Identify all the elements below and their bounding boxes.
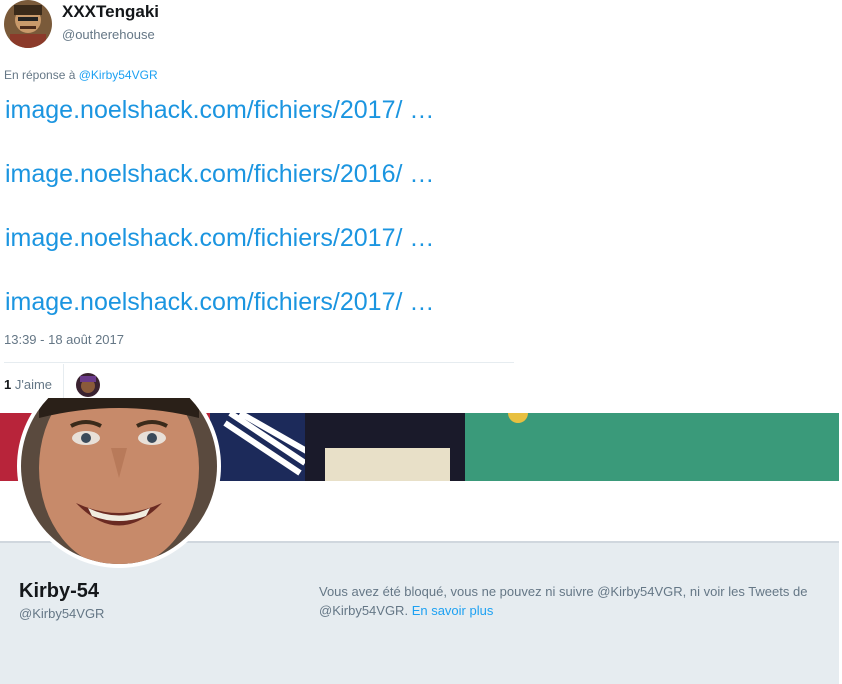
likes-stat[interactable]: 1 J'aime	[4, 377, 52, 392]
tweet-links: image.noelshack.com/fichiers/2017/ … ima…	[5, 94, 434, 350]
tweet-timestamp[interactable]: 13:39 - 18 août 2017	[4, 332, 124, 347]
image-link-3[interactable]: image.noelshack.com/fichiers/2017/ …	[5, 222, 434, 255]
author-display-name[interactable]: XXXTengaki	[62, 2, 159, 22]
blocked-text: Vous avez été bloqué, vous ne pouvez ni …	[319, 584, 808, 618]
profile-handle[interactable]: @Kirby54VGR	[19, 606, 104, 621]
reply-to-link[interactable]: @Kirby54VGR	[79, 68, 158, 82]
author-handle[interactable]: @outherehouse	[62, 27, 155, 42]
image-link-2[interactable]: image.noelshack.com/fichiers/2016/ …	[5, 158, 434, 191]
reply-context: En réponse à @Kirby54VGR	[4, 68, 158, 82]
author-avatar[interactable]	[4, 0, 52, 48]
image-link-4[interactable]: image.noelshack.com/fichiers/2017/ …	[5, 286, 434, 319]
likes-count: 1	[4, 377, 12, 392]
image-link-1[interactable]: image.noelshack.com/fichiers/2017/ …	[5, 94, 434, 127]
liker-avatar[interactable]	[76, 373, 100, 397]
profile-avatar[interactable]	[16, 398, 222, 568]
likes-label: J'aime	[14, 377, 53, 392]
profile-name[interactable]: Kirby-54	[19, 580, 99, 603]
stats-divider	[4, 362, 514, 363]
reply-prefix: En réponse à	[4, 68, 76, 82]
blocked-message: Vous avez été bloqué, vous ne pouvez ni …	[319, 582, 839, 620]
learn-more-link[interactable]: En savoir plus	[412, 603, 494, 618]
page: XXXTengaki @outherehouse En réponse à @K…	[0, 0, 842, 684]
